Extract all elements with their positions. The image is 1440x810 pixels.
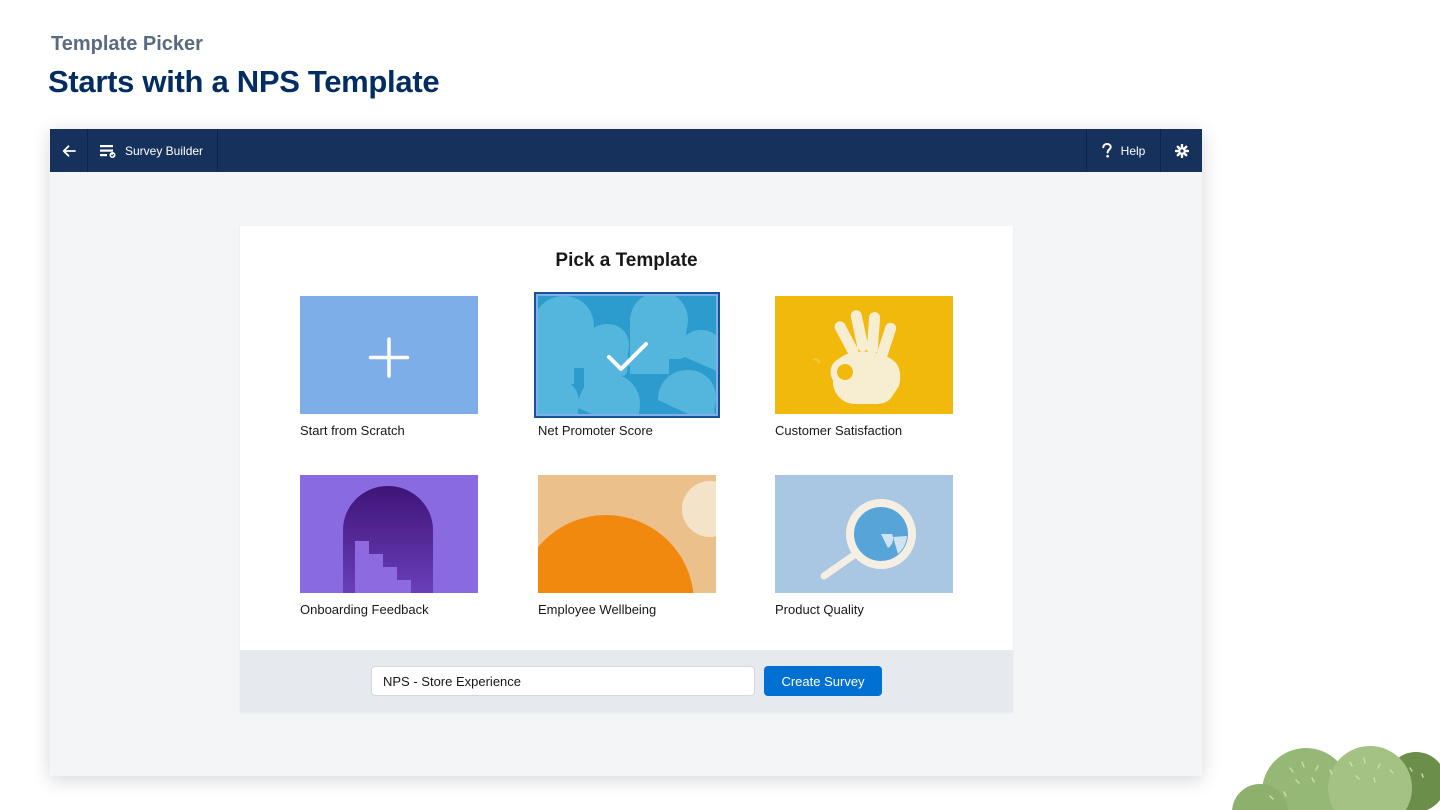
template-start-from-scratch[interactable]: Start from Scratch <box>300 296 478 438</box>
picker-title: Pick a Template <box>555 250 698 271</box>
settings-button[interactable] <box>1161 129 1202 172</box>
template-label: Customer Satisfaction <box>775 423 903 438</box>
create-survey-button[interactable]: Create Survey <box>764 666 882 696</box>
template-thumbnail <box>775 296 953 414</box>
template-onboarding-feedback[interactable]: Onboarding Feedback <box>300 475 478 617</box>
plus-icon <box>368 337 410 378</box>
top-bar-spacer <box>218 129 1086 172</box>
template-thumbnail <box>775 475 953 593</box>
slide: Template Picker Starts with a NPS Templa… <box>0 0 1440 810</box>
template-employee-wellbeing[interactable]: Employee Wellbeing <box>538 475 716 617</box>
template-label: Start from Scratch <box>300 423 405 438</box>
ok-hand-icon <box>812 310 901 404</box>
tree-decoration <box>1232 746 1440 810</box>
template-thumbnail <box>538 475 716 593</box>
checkmark-icon <box>607 342 648 371</box>
slide-headline: Starts with a NPS Template <box>48 64 440 99</box>
template-product-quality[interactable]: Product Quality <box>775 475 953 617</box>
app-window: Survey Builder Help Pick a Template Star… <box>50 129 1202 776</box>
gear-icon <box>1174 143 1189 158</box>
app-title-tab[interactable]: Survey Builder <box>88 129 219 172</box>
template-label: Product Quality <box>775 602 864 617</box>
survey-name-input[interactable] <box>371 666 755 696</box>
magnifier-icon <box>820 499 916 580</box>
picker-footer: Create Survey <box>240 650 1013 712</box>
survey-builder-icon <box>100 144 116 158</box>
back-button[interactable] <box>50 129 88 172</box>
template-thumbnail <box>300 475 478 593</box>
app-title: Survey Builder <box>125 143 204 158</box>
help-label: Help <box>1120 143 1146 158</box>
template-net-promoter-score[interactable]: Net Promoter Score <box>534 292 720 438</box>
slide-eyebrow: Template Picker <box>51 33 203 55</box>
sun-icon <box>538 481 716 593</box>
template-picker-card: Pick a Template Start from Scratch Net P… <box>240 226 1013 712</box>
help-button[interactable]: Help <box>1086 129 1161 172</box>
arch-stairs-icon <box>343 486 433 593</box>
arrow-left-icon <box>62 144 76 157</box>
template-label: Onboarding Feedback <box>300 602 429 617</box>
template-label: Employee Wellbeing <box>538 602 657 617</box>
template-customer-satisfaction[interactable]: Customer Satisfaction <box>775 296 953 438</box>
question-icon <box>1101 143 1112 158</box>
top-bar: Survey Builder Help <box>50 129 1202 172</box>
template-thumbnail <box>534 292 720 418</box>
template-thumbnail <box>300 296 478 414</box>
template-label: Net Promoter Score <box>538 423 653 438</box>
